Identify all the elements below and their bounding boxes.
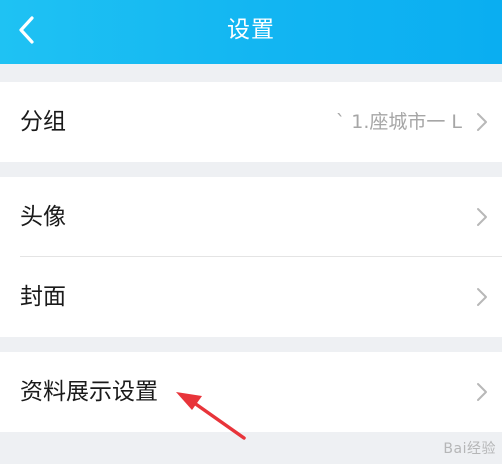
settings-group-profile: 资料展示设置: [0, 352, 502, 432]
settings-group-images: 头像 封面: [0, 177, 502, 337]
page-title: 设置: [227, 17, 275, 43]
chevron-right-icon: [476, 112, 488, 132]
settings-row-profile-display[interactable]: 资料展示设置: [0, 352, 502, 432]
settings-row-grouping[interactable]: 分组 ` 1.座城市一 L: [0, 82, 502, 162]
row-label: 资料展示设置: [20, 379, 158, 405]
header-bar: 设置: [0, 0, 502, 64]
row-label: 封面: [20, 284, 66, 310]
row-label: 分组: [20, 109, 66, 135]
chevron-right-icon: [476, 207, 488, 227]
settings-row-cover[interactable]: 封面: [0, 257, 502, 337]
settings-group-grouping: 分组 ` 1.座城市一 L: [0, 82, 502, 162]
watermark: Bai经验: [443, 441, 496, 457]
chevron-right-icon: [476, 382, 488, 402]
row-label: 头像: [20, 204, 66, 230]
row-value: ` 1.座城市一 L: [335, 111, 462, 133]
chevron-right-icon: [476, 287, 488, 307]
settings-row-avatar[interactable]: 头像: [0, 177, 502, 257]
